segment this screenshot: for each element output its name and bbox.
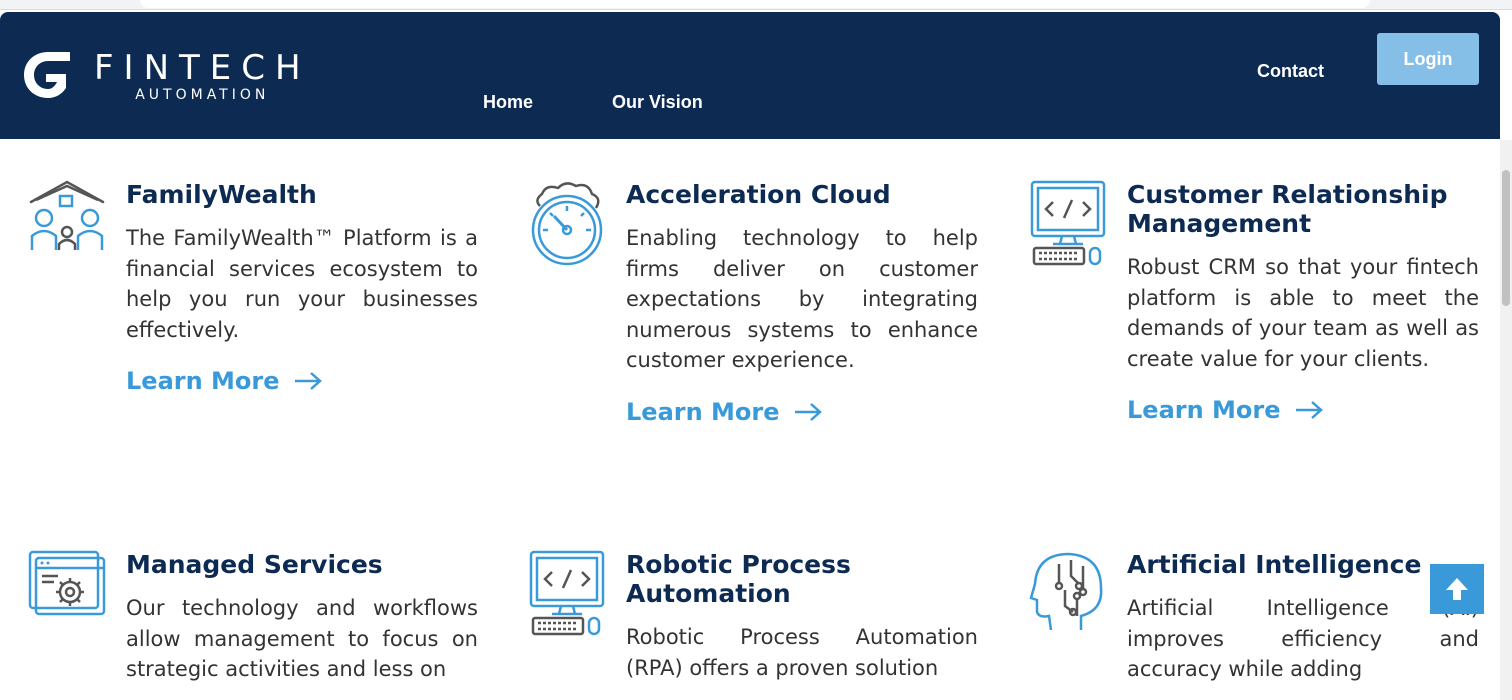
nav-our-vision[interactable]: Our Vision [612,92,703,113]
learn-more-link[interactable]: Learn More [126,367,322,395]
login-button[interactable]: Login [1377,33,1479,85]
card-description: The FamilyWealth™ Platform is a financia… [126,226,478,342]
arrow-right-icon [294,372,322,390]
card-description: Enabling technology to help firms delive… [626,226,978,372]
learn-more-label: Learn More [126,367,280,395]
cloud-gauge-icon [531,182,603,266]
learn-more-label: Learn More [1127,396,1281,424]
card-title: Artificial Intelligence [1127,550,1422,579]
fintech-logo-icon [24,52,70,98]
card-description: Robotic Process Automation (RPA) offers … [626,625,978,680]
learn-more-link[interactable]: Learn More [1127,396,1323,424]
arrow-right-icon [794,402,822,421]
nav-contact[interactable]: Contact [1257,61,1324,82]
card-title: FamilyWealth [126,180,317,209]
card-description: Our technology and workflows allow manag… [126,596,478,681]
browser-strip [0,0,1512,10]
arrow-right-icon [1295,401,1323,419]
nav-home[interactable]: Home [483,92,533,113]
card-title: Managed Services [126,550,383,579]
scroll-to-top-button[interactable] [1430,564,1484,614]
logo[interactable]: FINTECH AUTOMATION [22,50,311,110]
learn-more-link[interactable]: Learn More [626,398,822,426]
site-header: FINTECH AUTOMATION Home Our Vision Conta… [0,12,1500,139]
computer-code-icon [1030,180,1106,266]
arrow-up-icon [1446,578,1468,600]
browser-gear-icon [28,550,106,616]
logo-subtitle: AUTOMATION [135,87,270,103]
card-title: Robotic Process Automation [626,550,851,608]
ai-head-icon [1029,552,1103,631]
logo-name: FINTECH [94,48,311,88]
card-title: Customer Relationship Management [1127,180,1448,238]
card-title: Acceleration Cloud [626,180,891,209]
card-description: Robust CRM so that your fintech platform… [1127,255,1479,371]
family-house-icon [29,180,105,250]
card-description: Artificial Intelligence (AI) improves ef… [1127,596,1479,681]
page-scrollbar[interactable] [1500,140,1512,700]
url-bar[interactable] [140,0,1370,8]
learn-more-label: Learn More [626,397,780,426]
scroll-thumb[interactable] [1502,170,1510,306]
computer-code-icon [529,550,605,636]
